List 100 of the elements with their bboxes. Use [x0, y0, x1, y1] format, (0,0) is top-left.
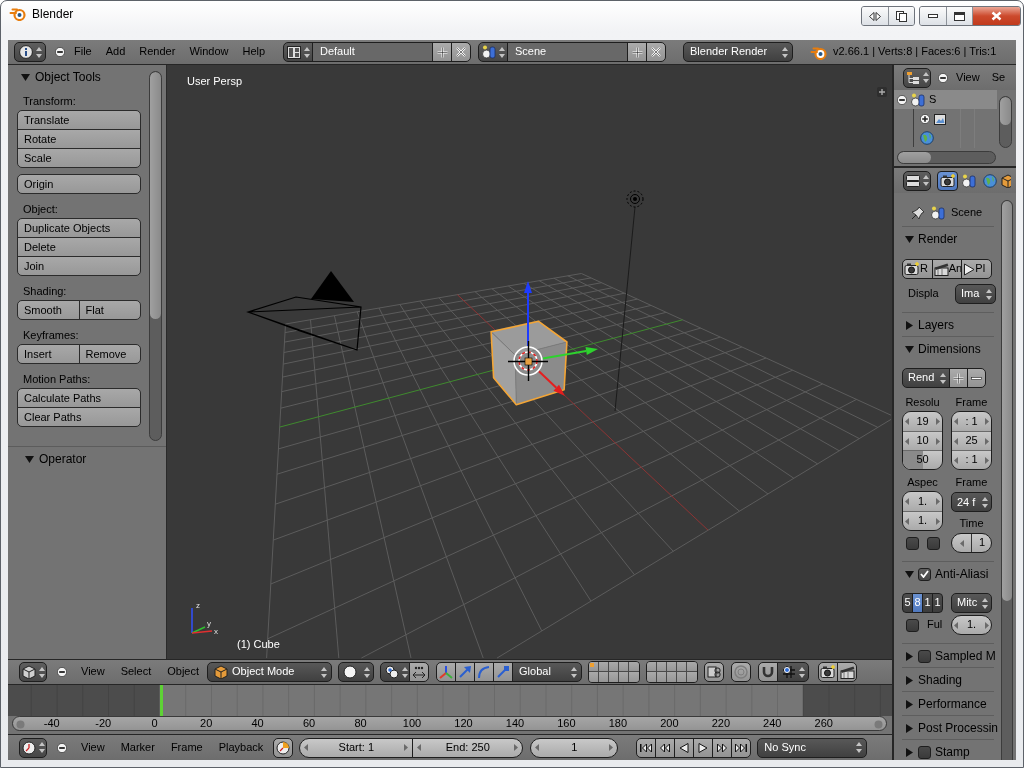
number-field[interactable]: 10 [903, 431, 942, 450]
layer-button[interactable] [629, 662, 640, 672]
plus-icon[interactable] [877, 87, 887, 97]
layer-button[interactable] [609, 662, 620, 672]
tool-button[interactable]: Delete [17, 237, 141, 257]
tool-button[interactable]: Scale [17, 148, 141, 168]
menu-item[interactable]: View [950, 70, 986, 85]
number-field[interactable]: 1 [530, 737, 619, 758]
tool-button[interactable]: Insert [17, 344, 80, 364]
shading-dropdown[interactable] [338, 662, 375, 682]
add-button[interactable] [432, 42, 452, 62]
panel-header[interactable]: Object Tools [17, 68, 149, 86]
editor-type-button[interactable] [19, 737, 47, 758]
sync-dropdown[interactable]: No Sync [757, 737, 868, 758]
title-bar-button[interactable] [888, 7, 914, 25]
tool-button[interactable]: Calculate Paths [17, 388, 141, 408]
proportional-button[interactable] [731, 662, 752, 682]
collapse-icon[interactable] [55, 47, 65, 57]
manipulator-ring[interactable] [513, 346, 543, 376]
snap-element-dropdown[interactable] [777, 662, 810, 682]
manipulator-button[interactable] [455, 662, 476, 682]
menu-item[interactable]: Playback [210, 740, 272, 755]
layer-button[interactable] [647, 662, 658, 672]
number-field[interactable]: 1 [951, 533, 992, 553]
menu-item[interactable]: Select [112, 665, 160, 679]
playback-button[interactable] [655, 737, 676, 758]
number-field[interactable]: Start: 1 [299, 737, 414, 758]
text-field[interactable]: Scene [507, 42, 628, 62]
scroll-handle-icon[interactable] [16, 720, 25, 729]
scene-button[interactable] [478, 42, 508, 62]
layer-button[interactable] [609, 672, 620, 682]
snap-button[interactable] [758, 662, 779, 682]
panel-header[interactable]: Dimensions [902, 340, 999, 358]
lock-button[interactable] [704, 662, 725, 682]
layer-button[interactable] [619, 672, 630, 682]
filter-dropdown[interactable]: Mitc [951, 593, 992, 613]
render-button[interactable]: R [902, 259, 933, 279]
layer-button[interactable] [629, 672, 640, 682]
number-field[interactable]: 25 [952, 431, 991, 450]
panel-header[interactable]: Shading [902, 671, 999, 689]
number-field[interactable]: 1. [951, 615, 992, 635]
playback-button[interactable] [636, 737, 657, 758]
render-engine-dropdown[interactable]: Blender Render [683, 42, 793, 62]
scrollbar-thumb[interactable] [1002, 201, 1012, 601]
layer-button[interactable] [677, 672, 688, 682]
editor-type-button[interactable] [19, 662, 47, 682]
layout-button[interactable] [283, 42, 313, 62]
collapse-icon[interactable] [897, 94, 907, 105]
playback-button[interactable] [674, 737, 695, 758]
layer-button[interactable] [687, 662, 698, 672]
menu-item[interactable]: Window [182, 45, 236, 59]
number-field[interactable]: : 1 [952, 450, 991, 469]
tool-button[interactable]: Flat [78, 300, 141, 320]
layer-button[interactable] [667, 672, 678, 682]
number-field[interactable]: 1. [903, 492, 942, 511]
expand-icon[interactable] [920, 113, 930, 124]
pin-icon[interactable] [911, 206, 925, 220]
remove-button[interactable] [967, 368, 986, 388]
scrollbar-thumb[interactable] [150, 72, 161, 319]
tool-button[interactable]: Smooth [17, 300, 80, 320]
render-button[interactable] [837, 662, 858, 682]
frame-ruler[interactable]: -40 -20 0 20 40 60 80 100 120 140 160 180 200 220 240 260 [12, 716, 887, 732]
display-dropdown[interactable]: Ima [955, 284, 996, 304]
maximize-button[interactable] [946, 7, 972, 25]
number-field[interactable]: : 1 [952, 412, 991, 431]
tool-button[interactable]: Origin [17, 174, 141, 194]
playback-button[interactable] [693, 737, 714, 758]
manipulator-button[interactable] [474, 662, 495, 682]
checkbox[interactable] [918, 745, 931, 759]
tool-button[interactable]: Translate [17, 110, 141, 130]
text-field[interactable]: Default [312, 42, 433, 62]
toggle-button[interactable] [409, 662, 430, 682]
menu-item[interactable]: Help [235, 45, 273, 59]
menu-item[interactable]: Se [985, 70, 1012, 85]
layer-button[interactable] [687, 672, 698, 682]
frame-rate-dropdown[interactable]: 24 f [951, 492, 992, 513]
add-button[interactable] [627, 42, 647, 62]
slider-field[interactable]: 50 [903, 450, 942, 469]
tool-button[interactable]: Join [17, 256, 141, 276]
panel-header[interactable]: Operator [21, 450, 166, 468]
number-field[interactable]: End: 250 [412, 737, 524, 758]
panel-header[interactable]: Layers [902, 316, 999, 334]
orientation-dropdown[interactable]: Global [512, 662, 583, 682]
collapse-icon[interactable] [938, 72, 948, 83]
layer-button[interactable] [677, 662, 688, 672]
panel-header[interactable]: Anti-Aliasi [902, 565, 999, 583]
menu-item[interactable]: View [73, 740, 113, 755]
number-field[interactable]: 1. [903, 511, 942, 530]
menu-item[interactable]: Marker [112, 740, 163, 755]
layer-button[interactable] [589, 672, 600, 682]
collapse-icon[interactable] [57, 667, 67, 677]
menu-item[interactable]: Object [159, 665, 208, 679]
checkbox[interactable] [906, 536, 919, 550]
render-button[interactable] [818, 662, 839, 682]
panel-header[interactable]: Post Processin [902, 719, 999, 737]
checkbox[interactable] [918, 567, 931, 581]
close-button[interactable] [972, 7, 1020, 25]
collapse-icon[interactable] [57, 742, 67, 753]
title-bar-button[interactable] [862, 7, 888, 25]
editor-type-button[interactable] [14, 42, 46, 62]
